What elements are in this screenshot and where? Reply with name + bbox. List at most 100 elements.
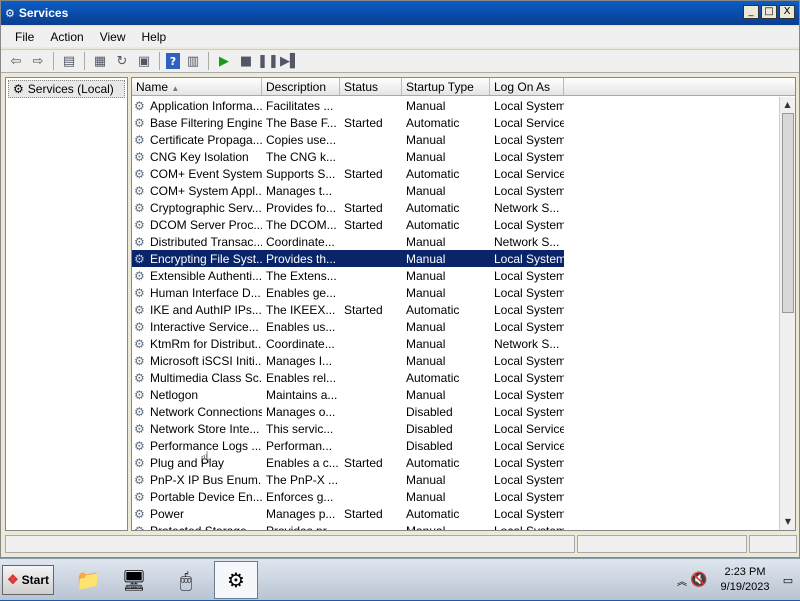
cell-status: Started xyxy=(344,115,383,130)
cell-status: Started xyxy=(344,217,383,232)
service-name: Encrypting File Syst... xyxy=(150,251,262,266)
service-name: Base Filtering Engine xyxy=(150,115,262,130)
cell-name: ⚙ IKE and AuthIP IPs... xyxy=(132,303,262,317)
windows-logo-icon: ❖ xyxy=(7,572,19,587)
menu-view[interactable]: View xyxy=(92,30,134,44)
cell-description: The IKEEX... xyxy=(266,302,336,317)
cell-log-on-as: Local System xyxy=(494,370,564,385)
cell-log-on-as: Local System xyxy=(494,472,564,487)
explorer-folder-icon[interactable]: 📁 xyxy=(66,561,110,599)
column-header-startup-type[interactable]: Startup Type xyxy=(402,78,490,95)
notification-flag-icon[interactable]: ▭ xyxy=(780,574,796,587)
minimize-button[interactable]: _ xyxy=(743,5,759,19)
table-row[interactable]: ⚙ Protected Storage Provides pr... Manual Lo… xyxy=(132,522,777,531)
scroll-up-arrow-icon[interactable]: ▲ xyxy=(780,97,795,113)
export-list-icon[interactable]: ▣ xyxy=(135,52,153,70)
table-row[interactable]: ⚙ Netlogon Maintains a... Manual Local Syste… xyxy=(132,386,777,403)
cell-startup-type: Disabled xyxy=(406,438,453,453)
table-row[interactable]: ⚙ Human Interface D... Enables ge... Manual… xyxy=(132,284,777,301)
scroll-down-arrow-icon[interactable]: ▼ xyxy=(780,514,795,530)
properties-icon[interactable]: ▦ xyxy=(91,52,109,70)
column-header-status[interactable]: Status xyxy=(340,78,402,95)
table-row[interactable]: ⚙ IKE and AuthIP IPs... The IKEEX... Starte… xyxy=(132,301,777,318)
table-row[interactable]: ⚙ PnP-X IP Bus Enum... The PnP-X ... Manual… xyxy=(132,471,777,488)
cell-log-on-as: Local System xyxy=(494,353,564,368)
cell-log-on-as: Local Service xyxy=(494,166,564,181)
close-button[interactable]: X xyxy=(779,5,795,19)
service-gear-icon: ⚙ xyxy=(134,336,145,351)
table-row[interactable]: ⚙ KtmRm for Distribut... Coordinate... Manu… xyxy=(132,335,777,352)
table-row[interactable]: ⚙ Application Informa... Facilitates ... Ma… xyxy=(132,97,777,114)
menu-help[interactable]: Help xyxy=(134,30,175,44)
table-row[interactable]: ⚙ Cryptographic Serv... Provides fo... Star… xyxy=(132,199,777,216)
list-header: Name ▲ Description Status Startup Type L… xyxy=(132,78,795,96)
clock[interactable]: 2:23 PM 9/19/2023 xyxy=(710,565,780,595)
back-arrow-icon[interactable]: ⇦ xyxy=(7,52,25,70)
table-row[interactable]: ⚙ Plug and Play Enables a c... Started Autom… xyxy=(132,454,777,471)
show-hide-tree-icon[interactable]: ▤ xyxy=(60,52,78,70)
table-row[interactable]: ⚙ Performance Logs ... Performan... Disable… xyxy=(132,437,777,454)
table-row[interactable]: ⚙ DCOM Server Proc... The DCOM... Started Au… xyxy=(132,216,777,233)
help-icon[interactable]: ? xyxy=(166,53,180,69)
show-hidden-icons-chevron-icon[interactable]: ︽ xyxy=(674,573,690,588)
maximize-button[interactable]: □ xyxy=(761,5,777,19)
table-row[interactable]: ⚙ Extensible Authenti... The Extens... Manu… xyxy=(132,267,777,284)
cell-name: ⚙ Multimedia Class Sc... xyxy=(132,371,262,385)
services-taskbar-button[interactable]: ⚙ xyxy=(214,561,258,599)
console-tree: ⚙ Services (Local) xyxy=(5,77,128,531)
cell-log-on-as: Network S... xyxy=(494,200,560,215)
mouse-app-icon[interactable]: 🖱 xyxy=(164,561,208,599)
restart-service-icon[interactable]: ▶▌ xyxy=(280,52,300,70)
table-row[interactable]: ⚙ Portable Device En... Enforces g... Manua… xyxy=(132,488,777,505)
view-icon[interactable]: ▥ xyxy=(184,52,202,70)
cell-log-on-as: Local System xyxy=(494,404,564,419)
table-row[interactable]: ⚙ CNG Key Isolation The CNG k... Manual Loca… xyxy=(132,148,777,165)
cell-startup-type: Automatic xyxy=(406,302,460,317)
column-header-description[interactable]: Description xyxy=(262,78,340,95)
service-name: PnP-X IP Bus Enum... xyxy=(150,472,262,487)
vertical-scrollbar[interactable]: ▲ ▼ xyxy=(779,97,795,530)
table-row[interactable]: ⚙ Microsoft iSCSI Initi... Manages I... Man… xyxy=(132,352,777,369)
toolbar: ⇦ ⇨ ▤ ▦ ↻ ▣ ? ▥ ▶ ■ ❚❚ ▶▌ xyxy=(1,49,799,73)
table-row[interactable]: ⚙ Multimedia Class Sc... Enables rel... Aut… xyxy=(132,369,777,386)
server-manager-icon[interactable]: 🖥 xyxy=(112,561,156,599)
forward-arrow-icon[interactable]: ⇨ xyxy=(29,52,47,70)
table-row[interactable]: ⚙ COM+ System Appl... Manages t... Manual Lo… xyxy=(132,182,777,199)
menu-file[interactable]: File xyxy=(7,30,42,44)
tree-item-services-local[interactable]: ⚙ Services (Local) xyxy=(8,80,125,98)
cell-name: ⚙ Application Informa... xyxy=(132,99,262,113)
cell-description: Enables ge... xyxy=(266,285,337,300)
cell-startup-type: Manual xyxy=(406,353,446,368)
table-row[interactable]: ⚙ Interactive Service... Enables us... Manu… xyxy=(132,318,777,335)
column-header-log-on-as[interactable]: Log On As xyxy=(490,78,564,95)
column-header-name[interactable]: Name ▲ xyxy=(132,78,262,95)
cell-description: Manages o... xyxy=(266,404,336,419)
table-row[interactable]: ⚙ Certificate Propaga... Copies use... Manu… xyxy=(132,131,777,148)
cell-name: ⚙ Cryptographic Serv... xyxy=(132,201,262,215)
table-row[interactable]: ⚙ Network Connections Manages o... Disabled… xyxy=(132,403,777,420)
stop-service-icon[interactable]: ■ xyxy=(237,52,255,70)
service-name: Network Store Inte... xyxy=(150,421,260,436)
start-button[interactable]: ❖ Start xyxy=(2,565,54,595)
menu-action[interactable]: Action xyxy=(42,30,91,44)
service-gear-icon: ⚙ xyxy=(134,319,145,334)
cell-description: Manages t... xyxy=(266,183,333,198)
scroll-thumb[interactable] xyxy=(782,113,794,313)
refresh-icon[interactable]: ↻ xyxy=(113,52,131,70)
title-bar[interactable]: ⚙ Services _ □ X xyxy=(1,1,799,25)
service-name: Portable Device En... xyxy=(150,489,262,504)
table-row[interactable]: ⚙ Encrypting File Syst... Provides th... Ma… xyxy=(132,250,564,267)
start-service-icon[interactable]: ▶ xyxy=(215,52,233,70)
speaker-muted-icon[interactable]: 🔇 xyxy=(690,572,710,588)
cell-description: This servic... xyxy=(266,421,334,436)
service-gear-icon: ⚙ xyxy=(134,302,145,317)
pause-service-icon[interactable]: ❚❚ xyxy=(257,52,279,70)
cell-description: Provides th... xyxy=(266,251,337,266)
table-row[interactable]: ⚙ Base Filtering Engine The Base F... Start… xyxy=(132,114,777,131)
table-row[interactable]: ⚙ Power Manages p... Started Automatic Local … xyxy=(132,505,777,522)
table-row[interactable]: ⚙ COM+ Event System Supports S... Started Au… xyxy=(132,165,777,182)
table-row[interactable]: ⚙ Distributed Transac... Coordinate... Manu… xyxy=(132,233,777,250)
service-gear-icon: ⚙ xyxy=(134,183,145,198)
cell-startup-type: Automatic xyxy=(406,217,460,232)
table-row[interactable]: ⚙ Network Store Inte... This servic... Disa… xyxy=(132,420,777,437)
